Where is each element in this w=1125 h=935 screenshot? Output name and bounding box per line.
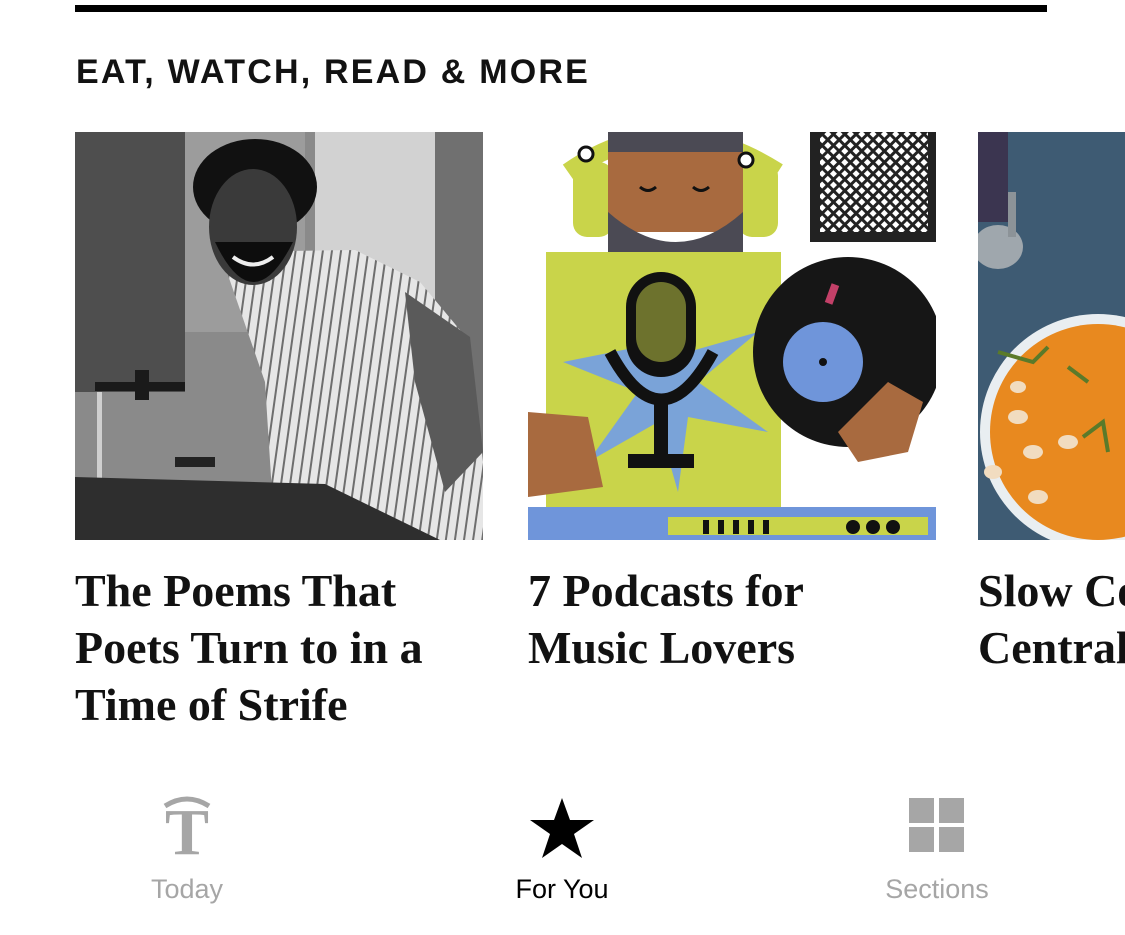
tab-today[interactable]: T Today (77, 780, 297, 930)
tab-sections[interactable]: Sections (827, 780, 1047, 930)
bottom-tab-bar: T Today For You Sections (0, 780, 1125, 935)
tab-label: Sections (885, 874, 989, 904)
section-top-rule (75, 5, 1047, 12)
podcast-dj-illustration[interactable] (528, 132, 936, 540)
card-headline[interactable]: The Poems That Poets Turn to in a Time of … (75, 562, 495, 733)
soup-bowl-photo[interactable] (978, 132, 1125, 540)
star-icon (529, 796, 595, 860)
nyt-logo-icon: T (159, 796, 215, 869)
article-carousel[interactable]: The Poems That Poets Turn to in a Time of … (0, 132, 1125, 752)
tab-label: Today (150, 874, 224, 904)
svg-text:T: T (165, 796, 209, 862)
section-heading: EAT, WATCH, READ & MORE (76, 53, 590, 91)
tab-for-you[interactable]: For You (452, 780, 672, 930)
poet-at-podium-photo[interactable] (75, 132, 483, 540)
card-headline[interactable]: 7 Podcasts for Music Lovers (528, 562, 948, 676)
card-headline[interactable]: Slow CookerCentral (978, 562, 1125, 676)
tab-label: For You (515, 874, 609, 904)
grid-icon (909, 796, 965, 854)
